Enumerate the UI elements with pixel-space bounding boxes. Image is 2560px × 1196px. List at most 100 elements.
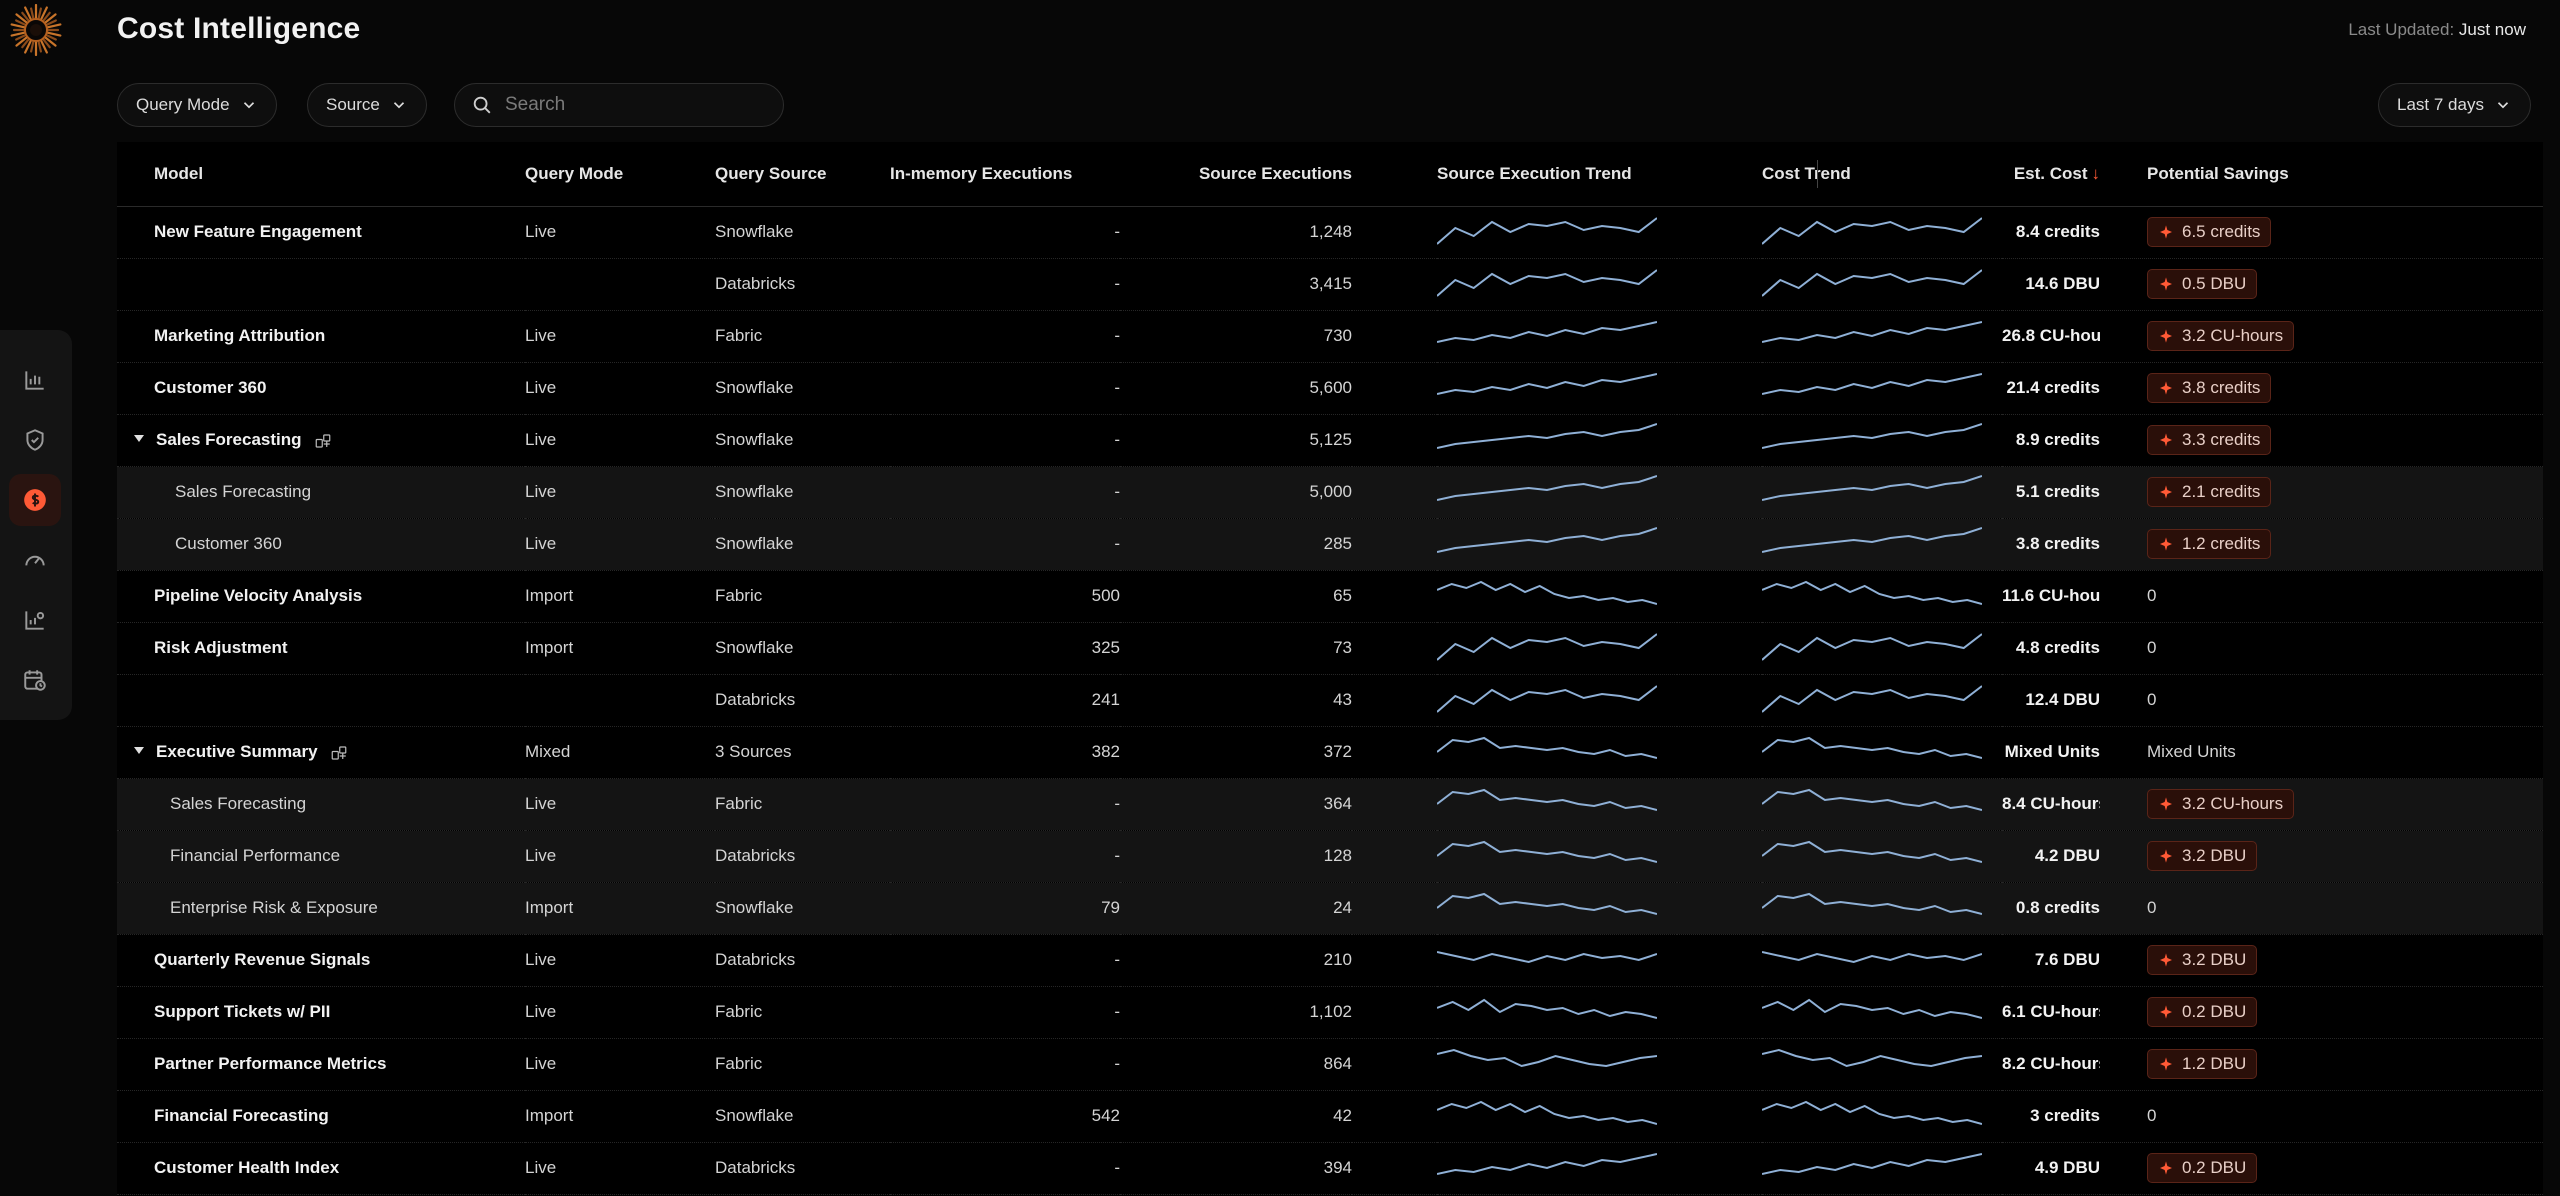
composite-model-icon[interactable]: [330, 744, 348, 762]
model-name: Sales Forecasting: [175, 482, 312, 501]
cost-trend-sparkline: [1762, 217, 1982, 245]
cell-cost-trend: [1762, 830, 2002, 883]
source-dropdown[interactable]: Source: [307, 83, 427, 127]
last-updated: Last Updated: Just now: [2348, 20, 2526, 40]
table-row[interactable]: Pipeline Velocity Analysis Import Fabric…: [117, 570, 2543, 623]
savings-badge[interactable]: 0.5 DBU: [2147, 269, 2258, 299]
search-input[interactable]: [505, 94, 765, 116]
table-row[interactable]: Financial Forecasting Import Snowflake 5…: [117, 1090, 2543, 1143]
cell-query-source: Snowflake: [715, 622, 890, 675]
date-range-dropdown[interactable]: Last 7 days: [2378, 83, 2531, 127]
savings-badge[interactable]: 3.3 credits: [2147, 425, 2272, 455]
cell-source-executions: 42: [1120, 1090, 1352, 1143]
savings-value: 0: [2147, 898, 2157, 917]
table-row[interactable]: Enterprise Risk & Exposure Import Snowfl…: [117, 882, 2543, 935]
savings-badge[interactable]: 6.5 credits: [2147, 217, 2272, 247]
nav-governance[interactable]: [9, 414, 61, 466]
col-query-source[interactable]: Query Source: [715, 142, 890, 207]
table-row[interactable]: Partner Performance Metrics Live Fabric …: [117, 1038, 2543, 1091]
collapse-caret-icon[interactable]: [134, 435, 144, 443]
col-potential-savings[interactable]: Potential Savings: [2100, 142, 2543, 207]
collapse-caret-icon[interactable]: [134, 747, 144, 755]
composite-model-icon[interactable]: [314, 432, 332, 450]
table-row[interactable]: Customer 360 Live Snowflake - 5,600 21.4…: [117, 362, 2543, 415]
query-mode-dropdown[interactable]: Query Mode: [117, 83, 277, 127]
cell-query-mode: Live: [525, 466, 715, 519]
col-est-cost[interactable]: Est. Cost ↓: [2002, 142, 2100, 207]
savings-badge[interactable]: 3.2 DBU: [2147, 841, 2258, 871]
savings-badge[interactable]: 3.2 CU-hours: [2147, 321, 2295, 351]
cell-est-cost: 0.8 credits: [2002, 882, 2100, 935]
table-row[interactable]: Executive Summary Mixed 3 Sources 382 37…: [117, 726, 2543, 779]
savings-badge[interactable]: 3.8 credits: [2147, 373, 2272, 403]
nav-analytics[interactable]: [9, 354, 61, 406]
savings-badge[interactable]: 0.2 DBU: [2147, 997, 2258, 1027]
sunburst-logo-icon[interactable]: [10, 4, 62, 56]
cell-query-mode: Live: [525, 206, 715, 259]
savings-value: 3.2 DBU: [2182, 950, 2247, 969]
col-inmem-executions[interactable]: In-memory Executions: [890, 142, 1120, 207]
col-model[interactable]: Model: [117, 142, 525, 207]
table-row[interactable]: Sales Forecasting Live Snowflake - 5,125…: [117, 414, 2543, 467]
cell-query-source: Snowflake: [715, 882, 890, 935]
table-row[interactable]: Risk Adjustment Import Snowflake 325 73 …: [117, 622, 2543, 675]
table-row[interactable]: New Feature Engagement Live Snowflake - …: [117, 206, 2543, 259]
cell-potential-savings: 3.8 credits: [2100, 362, 2543, 415]
cell-potential-savings: 3.3 credits: [2100, 414, 2543, 467]
col-cost-trend[interactable]: Cost Trend: [1762, 142, 2002, 207]
cell-cost-trend: [1762, 986, 2002, 1039]
cell-potential-savings: 1.2 credits: [2100, 518, 2543, 571]
savings-badge[interactable]: 3.2 DBU: [2147, 945, 2258, 975]
cell-potential-savings: 3.2 DBU: [2100, 934, 2543, 987]
nav-cost[interactable]: [9, 474, 61, 526]
nav-panel: [0, 330, 72, 720]
table-row[interactable]: Financial Performance Live Databricks - …: [117, 830, 2543, 883]
cell-query-source: Fabric: [715, 1038, 890, 1091]
cell-est-cost: 6.1 CU-hours: [2002, 986, 2100, 1039]
source-trend-sparkline: [1437, 580, 1657, 605]
nav-performance[interactable]: [9, 534, 61, 586]
cell-inmem-executions: -: [890, 986, 1120, 1039]
cost-trend-sparkline: [1762, 951, 1982, 964]
table-row[interactable]: Customer 360 Live Snowflake - 285 3.8 cr…: [117, 518, 2543, 571]
table-row[interactable]: Support Tickets w/ PII Live Fabric - 1,1…: [117, 986, 2543, 1039]
cell-query-mode: Live: [525, 934, 715, 987]
cell-query-mode: Live: [525, 778, 715, 831]
cell-source-trend: [1437, 414, 1677, 467]
cell-query-source: Snowflake: [715, 1090, 890, 1143]
chevron-down-icon: [393, 102, 404, 109]
savings-value: 3.2 DBU: [2182, 846, 2247, 865]
cell-model: Partner Performance Metrics: [117, 1038, 525, 1091]
table-row[interactable]: Customer Health Index Live Databricks - …: [117, 1142, 2543, 1195]
savings-badge[interactable]: 3.2 CU-hours: [2147, 789, 2295, 819]
cell-model: Sales Forecasting: [117, 414, 525, 467]
cell-source-executions: 210: [1120, 934, 1352, 987]
cell-potential-savings: 0.5 DBU: [2100, 258, 2543, 311]
table-row[interactable]: Sales Forecasting Live Snowflake - 5,000…: [117, 466, 2543, 519]
search-box[interactable]: [454, 83, 784, 127]
table-row[interactable]: Marketing Attribution Live Fabric - 730 …: [117, 310, 2543, 363]
cell-query-mode: Mixed: [525, 726, 715, 779]
savings-badge[interactable]: 1.2 DBU: [2147, 1049, 2258, 1079]
table-row[interactable]: Databricks 241 43 12.4 DBU 0: [117, 674, 2543, 727]
cell-inmem-executions: 500: [890, 570, 1120, 623]
savings-value: 0: [2147, 638, 2157, 657]
cell-query-mode: Live: [525, 414, 715, 467]
nav-lineage[interactable]: [9, 594, 61, 646]
col-source-trend[interactable]: Source Execution Trend: [1437, 142, 1677, 207]
table-row[interactable]: Databricks - 3,415 14.6 DBU 0.5 DBU: [117, 258, 2543, 311]
savings-badge[interactable]: 0.2 DBU: [2147, 1153, 2258, 1183]
savings-badge[interactable]: 1.2 credits: [2147, 529, 2272, 559]
cell-source-trend: [1437, 570, 1677, 623]
cell-source-trend: [1437, 258, 1677, 311]
savings-badge[interactable]: 2.1 credits: [2147, 477, 2272, 507]
savings-value: 2.1 credits: [2182, 482, 2261, 501]
nav-schedules[interactable]: [9, 654, 61, 706]
cell-model: Sales Forecasting: [117, 466, 525, 519]
table-row[interactable]: Sales Forecasting Live Fabric - 364 8.4 …: [117, 778, 2543, 831]
table-row[interactable]: Quarterly Revenue Signals Live Databrick…: [117, 934, 2543, 987]
cell-model: Executive Summary: [117, 726, 525, 779]
col-query-mode[interactable]: Query Mode: [525, 142, 715, 207]
col-source-executions[interactable]: Source Executions: [1120, 142, 1352, 207]
calendar-clock-icon: [24, 670, 46, 691]
